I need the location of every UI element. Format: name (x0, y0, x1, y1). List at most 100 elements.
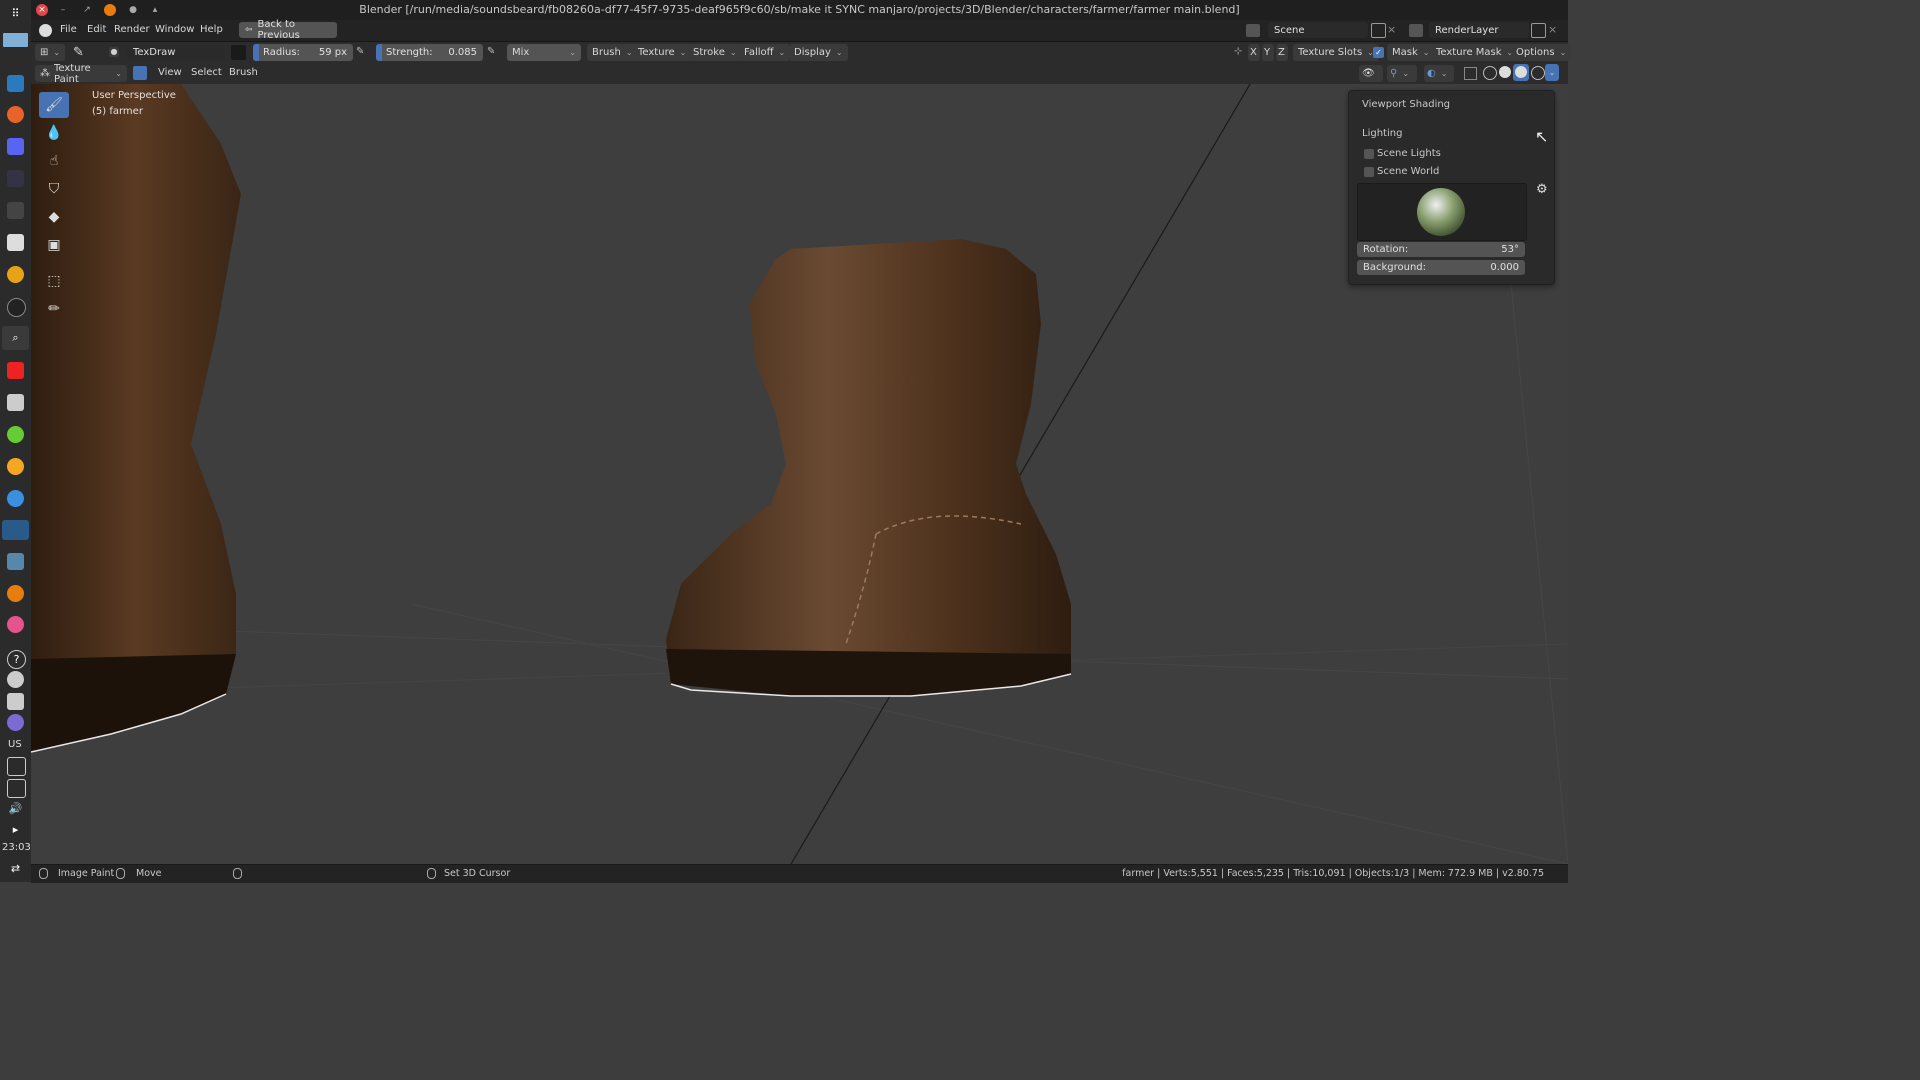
strength-slider[interactable]: Strength: 0.085 (376, 44, 483, 61)
chrome-icon[interactable] (7, 266, 24, 283)
mirror-y-toggle[interactable]: Y (1262, 44, 1274, 61)
file-manager-icon[interactable] (7, 75, 24, 92)
display-icon[interactable] (7, 757, 26, 776)
3d-viewport[interactable]: 🖌 💧 ☝ ⛉ ◆ ▣ ⬚ ✏ User Perspective (5) far… (31, 84, 1568, 864)
rotation-slider[interactable]: Rotation: 53° (1357, 242, 1525, 257)
back-to-previous-button[interactable]: ⇦ Back to Previous (239, 19, 337, 41)
solid-shading-icon[interactable] (1499, 66, 1511, 78)
options-menu[interactable]: Options ⌄ (1511, 44, 1572, 61)
fill-tool-icon[interactable]: ◆ (39, 204, 69, 230)
smear-tool-icon[interactable]: ☝ (39, 148, 69, 174)
radius-slider[interactable]: Radius: 59 px (253, 44, 353, 61)
delete-renderlayer-icon[interactable]: × (1548, 23, 1557, 36)
strength-pressure-icon[interactable]: ✎ (487, 46, 495, 57)
media-icon[interactable] (7, 170, 24, 187)
menu-render[interactable]: Render (114, 24, 150, 35)
mode-dropdown[interactable]: ⁂ Texture Paint ⌄ (35, 63, 127, 85)
visibility-dropdown[interactable]: 👁 (1359, 65, 1383, 82)
texture-slots-menu[interactable]: Texture Slots ⌄ (1293, 44, 1379, 61)
rendered-shading-icon[interactable] (1531, 66, 1545, 80)
mirror-z-toggle[interactable]: Z (1276, 44, 1288, 61)
orange-app-icon[interactable] (7, 458, 24, 475)
steam-tray-icon[interactable] (7, 671, 24, 688)
wireframe-shading-icon[interactable] (1483, 66, 1497, 80)
green-app-icon[interactable] (7, 426, 24, 443)
new-renderlayer-icon[interactable] (1531, 23, 1546, 38)
editor-type-dropdown[interactable]: ⊞ ⌄ (35, 44, 65, 61)
steam-icon[interactable] (2, 520, 29, 540)
switch-icon[interactable]: ⇄ (7, 860, 24, 877)
brush-tool-icon[interactable]: ✎ (73, 45, 84, 60)
display-menu[interactable]: Display ⌄ (789, 44, 848, 61)
screenshot-icon[interactable] (7, 362, 24, 379)
keyboard-layout[interactable]: US (8, 739, 22, 750)
overlay-dropdown[interactable]: ◐ ⌄ (1424, 65, 1454, 82)
viber-icon[interactable] (7, 714, 24, 731)
brush-name-field[interactable]: TexDraw (127, 44, 225, 61)
tool-icon[interactable] (7, 202, 24, 219)
radius-pressure-icon[interactable]: ✎ (356, 46, 364, 57)
obs-icon[interactable] (7, 298, 26, 317)
scene-world-checkbox[interactable] (1364, 167, 1374, 177)
menu-select[interactable]: Select (191, 67, 222, 78)
menu-edit[interactable]: Edit (87, 24, 106, 35)
mask-tool-icon[interactable]: ▣ (39, 232, 69, 258)
desktop-preview-icon[interactable] (3, 33, 28, 47)
menu-window[interactable]: Window (155, 24, 194, 35)
background-slider[interactable]: Background: 0.000 (1357, 260, 1525, 275)
document-icon[interactable] (7, 234, 24, 251)
discord-tray-icon[interactable] (7, 693, 24, 710)
window-title: Blender [/run/media/soundsbeard/fb08260a… (359, 3, 1240, 16)
annotate-tool-icon[interactable]: ✏ (39, 296, 69, 322)
back-icon: ⇦ (245, 25, 253, 35)
texture-menu[interactable]: Texture ⌄ (633, 44, 692, 61)
mask-menu[interactable]: Mask ⌄ (1387, 44, 1435, 61)
browser-icon[interactable] (7, 490, 24, 507)
pink-app-icon[interactable] (7, 616, 24, 633)
mask-checkbox[interactable]: ✓ (1373, 47, 1384, 58)
firefox-icon[interactable] (7, 106, 24, 123)
volume-icon[interactable]: 🔊 (7, 800, 24, 817)
fake-user-icon[interactable]: ● (109, 47, 119, 57)
select-box-tool-icon[interactable]: ⬚ (39, 268, 69, 294)
draw-tool-icon[interactable]: 🖌 (39, 92, 69, 118)
expand-icon[interactable]: ▸ (7, 821, 24, 838)
shading-dropdown-toggle[interactable]: ⌄ (1545, 64, 1559, 81)
settings-app-icon[interactable] (7, 553, 24, 570)
blender-menu-icon[interactable] (39, 24, 52, 37)
layers-icon[interactable] (7, 394, 24, 411)
texture-mask-menu[interactable]: Texture Mask ⌄ (1431, 44, 1519, 61)
help-icon[interactable]: ? (7, 650, 26, 669)
discord-icon[interactable] (7, 138, 24, 155)
xray-icon[interactable] (1464, 67, 1477, 80)
soften-tool-icon[interactable]: 💧 (39, 120, 69, 146)
renderlayer-field[interactable]: RenderLayer (1429, 22, 1529, 38)
renderlayer-icon[interactable] (1409, 24, 1423, 37)
scene-lights-checkbox[interactable] (1364, 149, 1374, 159)
paint-mask-toggle[interactable] (133, 66, 147, 80)
falloff-menu[interactable]: Falloff ⌄ (739, 44, 791, 61)
menu-help[interactable]: Help (200, 24, 223, 35)
brush-menu[interactable]: Brush ⌄ (587, 44, 638, 61)
scene-icon[interactable] (1246, 24, 1260, 37)
mirror-x-toggle[interactable]: X (1248, 44, 1260, 61)
status-bar: Image Paint Move Set 3D Cursor farmer | … (31, 864, 1568, 883)
new-scene-icon[interactable] (1371, 23, 1386, 38)
gear-icon[interactable]: ⚙ (1536, 182, 1548, 197)
menu-brush[interactable]: Brush (229, 67, 258, 78)
gizmo-dropdown[interactable]: ⚲ ⌄ (1387, 65, 1417, 82)
app-launcher-icon[interactable]: ⠿ (7, 5, 24, 22)
blend-mode-dropdown[interactable]: Mix ⌄ (507, 44, 581, 61)
hdri-preview-box[interactable] (1357, 183, 1527, 241)
delete-scene-icon[interactable]: × (1387, 23, 1396, 36)
brush-color-swatch[interactable] (231, 45, 246, 60)
clone-tool-icon[interactable]: ⛉ (39, 176, 69, 202)
blender-icon[interactable] (7, 585, 24, 602)
search-icon[interactable]: ⌕ (2, 326, 29, 350)
material-shading-button[interactable] (1513, 64, 1529, 81)
scene-field[interactable]: Scene (1268, 22, 1368, 38)
menu-file[interactable]: File (60, 24, 77, 35)
stroke-menu[interactable]: Stroke ⌄ (688, 44, 742, 61)
clipboard-icon[interactable] (7, 779, 26, 798)
menu-view[interactable]: View (158, 67, 182, 78)
